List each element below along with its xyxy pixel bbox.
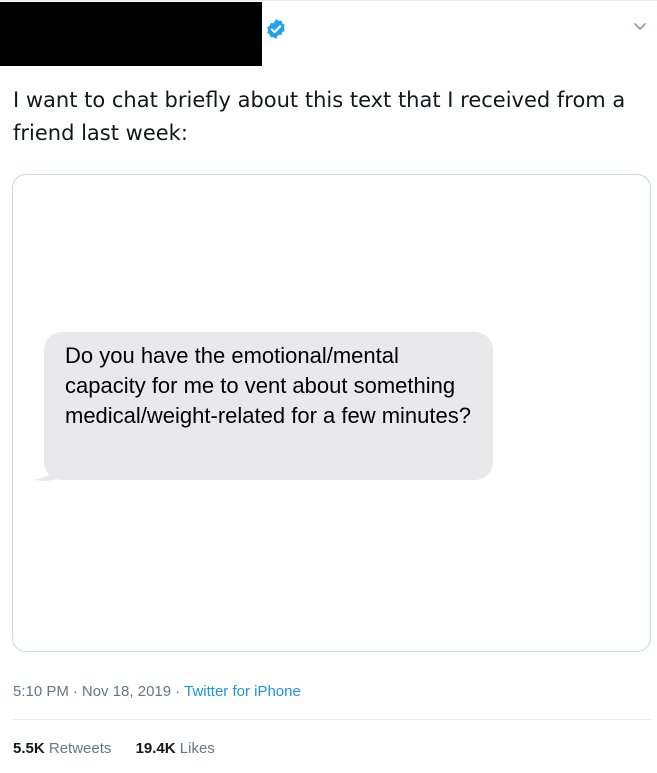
tweet-time[interactable]: 5:10 PM (13, 683, 69, 700)
media-card[interactable]: Do you have the emotional/mental capacit… (12, 174, 651, 652)
meta-separator: · (175, 683, 181, 700)
retweets-label: Retweets (48, 740, 112, 757)
tweet-meta: 5:10 PM · Nov 18, 2019 · Twitter for iPhone (13, 681, 301, 703)
tweet-text: I want to chat briefly about this text t… (13, 88, 626, 145)
retweets-stat[interactable]: 5.5K Retweets (13, 738, 111, 760)
verified-badge-icon (267, 19, 285, 39)
chevron-down-icon[interactable] (632, 18, 648, 34)
bubble-tail (34, 458, 71, 481)
top-divider (0, 0, 657, 1)
tweet-stats: 5.5K Retweets 19.4K Likes (13, 738, 235, 760)
retweets-count: 5.5K (13, 740, 45, 757)
likes-stat[interactable]: 19.4K Likes (136, 738, 215, 760)
meta-separator: · (72, 683, 78, 700)
likes-count: 19.4K (135, 740, 176, 757)
author-name-redacted (0, 2, 262, 66)
source-link[interactable]: Twitter for iPhone (184, 683, 301, 700)
stats-divider (13, 719, 651, 720)
message-text: Do you have the emotional/mental capacit… (65, 343, 471, 428)
likes-label: Likes (179, 740, 215, 757)
tweet-date[interactable]: Nov 18, 2019 (82, 683, 171, 700)
